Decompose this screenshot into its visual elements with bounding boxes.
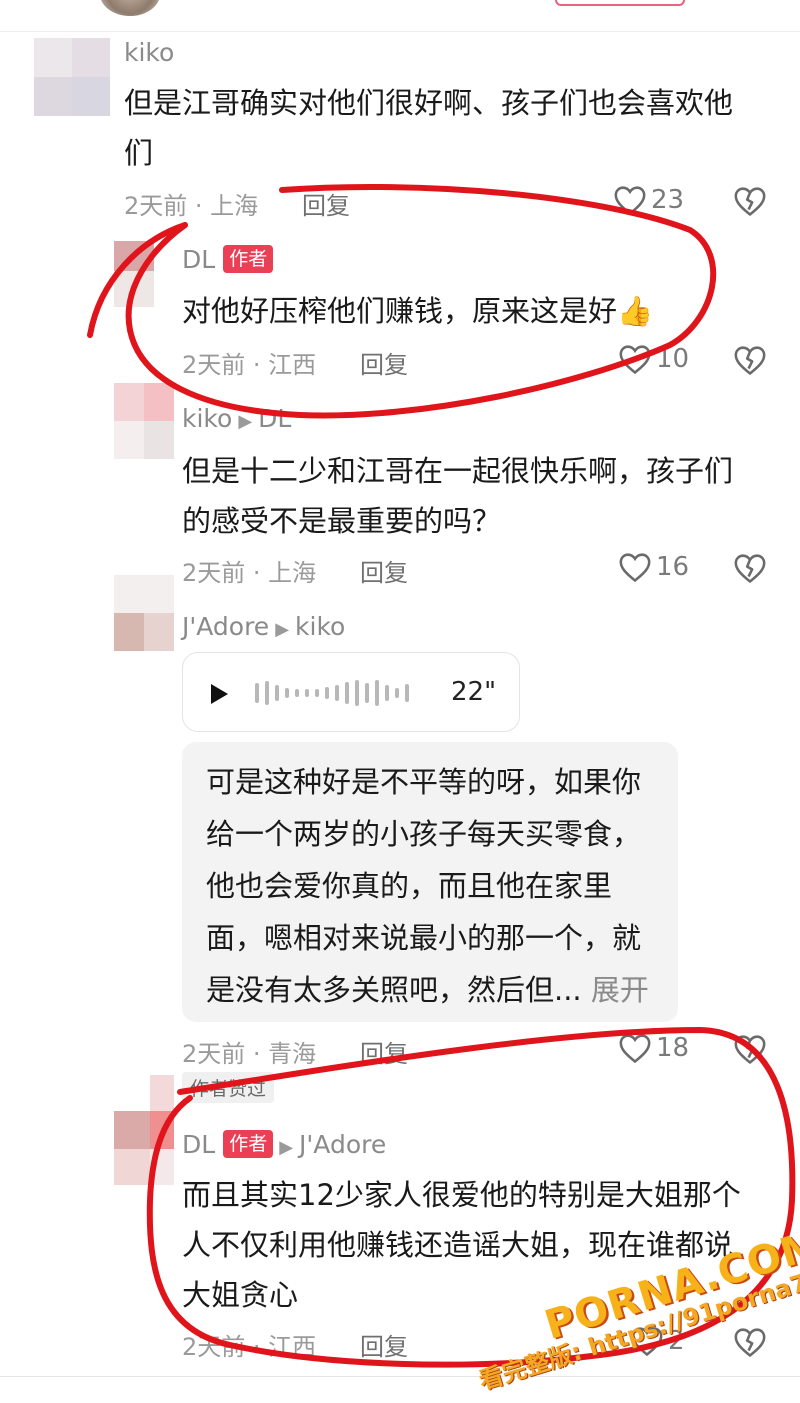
username-text[interactable]: DL xyxy=(182,245,215,274)
like-button[interactable]: 10 xyxy=(618,343,689,375)
author-badge: 作者 xyxy=(223,245,274,273)
waveform-icon xyxy=(255,680,409,706)
comment-username[interactable]: kiko ▶ DL xyxy=(182,404,291,433)
dislike-button[interactable] xyxy=(733,552,767,588)
broken-heart-icon xyxy=(734,1035,766,1064)
broken-heart-icon xyxy=(734,1328,766,1357)
comment-text: 对他好压榨他们赚钱，原来这是好👍 xyxy=(182,294,654,328)
avatar[interactable] xyxy=(114,383,174,459)
like-button[interactable]: 23 xyxy=(613,184,684,216)
comment-meta: 2天前 · 上海 xyxy=(182,559,317,587)
dislike-button[interactable] xyxy=(733,1033,767,1069)
comment-username[interactable]: kiko xyxy=(124,38,174,67)
avatar[interactable] xyxy=(114,575,174,651)
reply-to-username[interactable]: kiko xyxy=(295,612,345,641)
comment-username[interactable]: DL 作者 ▶ J'Adore xyxy=(182,1130,386,1159)
comment-location: 江西 xyxy=(268,1333,317,1361)
heart-outline-icon xyxy=(619,345,651,375)
comment-meta: 2天前 · 青海 xyxy=(182,1040,317,1068)
comment-meta: 2天前 · 江西 xyxy=(182,351,317,379)
comment-line: 们 xyxy=(124,136,154,170)
like-button[interactable]: 16 xyxy=(618,551,689,583)
dislike-button[interactable] xyxy=(733,1326,767,1362)
top-follow-button[interactable] xyxy=(555,0,685,6)
comment-meta: 2天前 · 上海 xyxy=(124,192,259,220)
author-liked-badge: 作者赞过 xyxy=(182,1072,275,1103)
dislike-button[interactable] xyxy=(733,185,767,221)
top-header-strip xyxy=(0,0,800,30)
heart-outline-icon xyxy=(619,1034,651,1064)
reply-button[interactable]: 回复 xyxy=(302,186,350,221)
comment-username[interactable]: J'Adore ▶ kiko xyxy=(182,612,345,641)
transcript-line: 面，嗯相对来说最小的那一个，就 xyxy=(206,921,642,955)
like-count: 16 xyxy=(656,552,690,582)
voice-message-player[interactable]: 22" xyxy=(182,652,520,732)
top-avatar[interactable] xyxy=(100,0,160,16)
comment-location: 上海 xyxy=(210,192,259,220)
bottom-input-bar[interactable] xyxy=(0,1376,800,1403)
comment-line: 但是江哥确实对他们很好啊、孩子们也会喜欢他 xyxy=(124,86,734,120)
comment-location: 江西 xyxy=(268,351,317,379)
username-text[interactable]: kiko xyxy=(182,404,232,433)
play-icon[interactable] xyxy=(209,683,229,705)
reply-button[interactable]: 回复 xyxy=(360,553,408,588)
comment-time: 2天前 xyxy=(182,559,246,587)
reply-button[interactable]: 回复 xyxy=(360,1327,408,1362)
avatar[interactable] xyxy=(114,241,154,307)
comment-time: 2天前 xyxy=(182,351,246,379)
comment-time: 2天前 xyxy=(182,1040,246,1068)
reply-button[interactable]: 回复 xyxy=(360,345,408,380)
transcript-line: 可是这种好是不平等的呀，如果你 xyxy=(206,765,642,799)
transcript-line: 给一个两岁的小孩子每天买零食， xyxy=(206,817,642,851)
username-text[interactable]: J'Adore xyxy=(182,612,269,641)
reply-button[interactable]: 回复 xyxy=(360,1034,408,1069)
voice-duration: 22" xyxy=(451,677,497,707)
username-text[interactable]: DL xyxy=(182,1130,215,1159)
broken-heart-icon xyxy=(734,187,766,216)
dislike-button[interactable] xyxy=(733,344,767,380)
heart-outline-icon xyxy=(614,186,646,216)
author-badge: 作者 xyxy=(223,1130,274,1158)
voice-transcript: 可是这种好是不平等的呀，如果你 给一个两岁的小孩子每天买零食， 他也会爱你真的，… xyxy=(182,742,678,1022)
like-count: 10 xyxy=(656,344,690,374)
heart-outline-icon xyxy=(619,553,651,583)
transcript-line: 他也会爱你真的，而且他在家里 xyxy=(206,869,613,903)
like-button[interactable]: 18 xyxy=(618,1032,689,1064)
comment-line: 的感受不是最重要的吗？ xyxy=(182,504,502,538)
comment-username[interactable]: DL 作者 xyxy=(182,245,274,274)
top-divider xyxy=(0,31,800,32)
reply-arrow-icon: ▶ xyxy=(279,1137,294,1158)
like-count: 23 xyxy=(651,185,685,215)
comment-time: 2天前 xyxy=(182,1333,246,1361)
comment-text: 但是江哥确实对他们很好啊、孩子们也会喜欢他 们 xyxy=(124,78,774,178)
comment-meta: 2天前 · 江西 xyxy=(182,1333,317,1361)
comment-line: 而且其实12少家人很爱他的特别是大姐那个 xyxy=(182,1178,741,1212)
expand-link[interactable]: 展开 xyxy=(591,973,649,1007)
reply-to-username[interactable]: DL xyxy=(258,404,291,433)
username-text[interactable]: kiko xyxy=(124,38,174,67)
comment-time: 2天前 xyxy=(124,192,188,220)
reply-arrow-icon: ▶ xyxy=(275,619,290,640)
broken-heart-icon xyxy=(734,346,766,375)
avatar[interactable] xyxy=(34,38,110,116)
transcript-line: 是没有太多关照吧，然后但... 展开 xyxy=(206,973,649,1007)
comment-location: 上海 xyxy=(268,559,317,587)
comment-line: 但是十二少和江哥在一起很快乐啊，孩子们 xyxy=(182,454,734,488)
like-count: 18 xyxy=(656,1033,690,1063)
comment-text: 但是十二少和江哥在一起很快乐啊，孩子们 的感受不是最重要的吗？ xyxy=(182,446,772,546)
broken-heart-icon xyxy=(734,554,766,583)
reply-arrow-icon: ▶ xyxy=(238,411,253,432)
comment-location: 青海 xyxy=(268,1040,317,1068)
avatar[interactable] xyxy=(114,1075,174,1185)
reply-to-username[interactable]: J'Adore xyxy=(299,1130,386,1159)
